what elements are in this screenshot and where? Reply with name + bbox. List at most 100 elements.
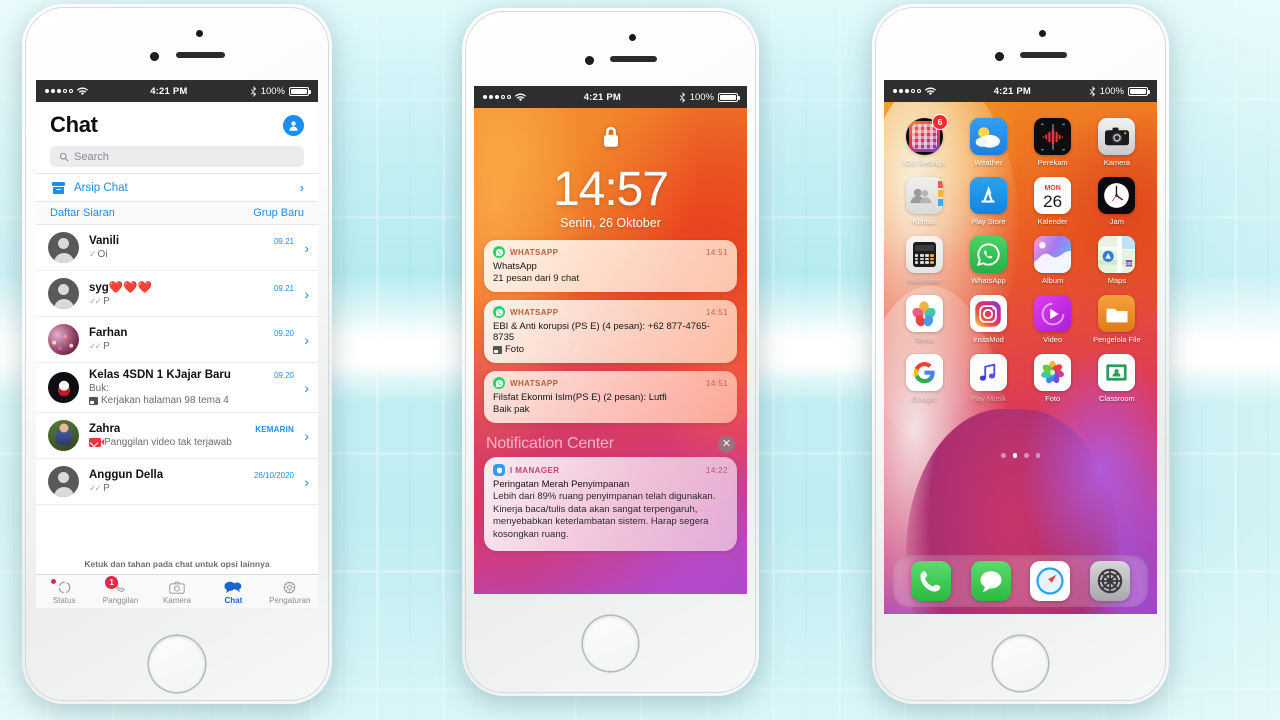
app-play-musik[interactable]: Play Musik [959,354,1017,403]
app-whatsapp[interactable]: WhatsApp [959,236,1017,285]
app-jam[interactable]: Jam [1088,177,1146,226]
chevron-right-icon[interactable]: › [304,474,309,490]
home-button[interactable] [149,636,205,692]
bluetooth-icon [250,85,256,97]
avatar [48,232,79,263]
tab-chat[interactable]: Chat [205,579,261,605]
app-maps[interactable]: 280 Maps [1088,236,1146,285]
tab-kamera[interactable]: Kamera [149,579,205,605]
app-kalkulator[interactable]: Kalkulator [895,236,953,285]
maps-icon: 280 [1098,236,1136,273]
tab-pengaturan[interactable]: Pengaturan [262,579,318,605]
status-bar-right: 100% [679,91,740,103]
status-bar: 4:21 PM 100% [36,80,318,102]
settings-gear-icon[interactable] [1090,561,1131,601]
table-row[interactable]: Farhan 09.20 ✓✓ P › [36,317,318,363]
person-glyph [289,120,298,131]
app-kalender[interactable]: MON 26 Kalender [1024,177,1082,226]
front-camera-icon [585,56,594,65]
app-weather[interactable]: Weather [959,118,1017,167]
notification-card[interactable]: I MANAGER 14:22 Peringatan Merah Penyimp… [484,457,737,551]
close-circle-icon[interactable]: ✕ [718,435,735,453]
table-row[interactable]: Vanili 09.21 ✓ Oi › [36,225,318,271]
app-album[interactable]: Album [1024,236,1082,285]
search-input[interactable]: Search [50,146,304,167]
page-dot-active[interactable] [1012,453,1017,458]
page-dot[interactable] [1001,453,1006,458]
voice-recorder-icon [1034,118,1072,155]
app-play-store[interactable]: Play Store [959,177,1017,226]
app-ios-settings[interactable]: 6 iOS Settings [895,115,953,167]
app-video[interactable]: Video [1024,295,1082,344]
chevron-right-icon[interactable]: › [304,428,309,444]
chat-name: Kelas 4SDN 1 KJajar Baru [89,369,231,381]
notification-center-header: Notification Center ✕ [474,423,747,457]
home-button[interactable] [993,636,1048,691]
chevron-right-icon[interactable]: › [304,380,309,396]
app-badge: 6 [933,115,948,129]
table-row[interactable]: Zahra KEMARIN Panggilan video tak terjaw… [36,413,318,459]
notification-card[interactable]: WHATSAPP 14:51 EBI & Anti korupsi (PS E)… [484,300,737,364]
chevron-right-icon[interactable]: › [304,286,309,302]
messages-icon[interactable] [970,561,1011,601]
chevron-right-icon[interactable]: › [304,240,309,256]
broadcast-list-button[interactable]: Daftar Siaran [50,207,115,219]
notification-body: 21 pesan dari 9 chat [493,273,728,284]
battery-icon [289,86,311,96]
app-grid[interactable]: 6 iOS Settings Weather Perekam Kamera Ko… [884,113,1157,403]
tab-status[interactable]: Status [36,579,92,605]
app-label: Foto [1045,394,1061,403]
app-foto[interactable]: Foto [1024,354,1082,403]
home-button[interactable] [583,616,638,671]
chat-list[interactable]: Vanili 09.21 ✓ Oi › syg❤️❤️❤️ 09.21 ✓✓ P… [36,225,318,552]
tab-label: Status [52,596,76,605]
chat-name: Anggun Della [89,469,164,481]
notification-card[interactable]: WHATSAPP 14:51 Filsfat Ekonmi Islm(PS E)… [484,371,737,424]
chat-content: Vanili 09.21 ✓ Oi [89,235,308,260]
app-classroom[interactable]: Classroom [1088,354,1146,403]
app-kamera[interactable]: Kamera [1088,118,1146,167]
read-receipt-icon: ✓✓ [89,483,102,493]
notification-card[interactable]: WHATSAPP 14:51 WhatsApp 21 pesan dari 9 … [484,240,737,293]
status-bar-left [893,87,936,96]
table-row[interactable]: Anggun Della 26/10/2020 ✓✓ P › [36,459,318,505]
app-pengelola-file[interactable]: Pengelola File [1088,295,1146,344]
tab-panggilan[interactable]: 1 Panggilan [93,576,149,605]
chat-time: 09.21 [273,284,294,293]
notification-list[interactable]: WHATSAPP 14:51 WhatsApp 21 pesan dari 9 … [474,230,747,424]
bluetooth-icon [679,91,685,103]
search-placeholder: Search [74,150,109,163]
notification-app-name: WHATSAPP [510,247,559,257]
app-kontak[interactable]: Kontak [895,177,953,226]
app-google[interactable]: Google [895,354,953,403]
safari-icon[interactable] [1030,561,1071,601]
battery-percent: 100% [689,91,714,103]
calls-badge: 1 [105,576,119,589]
table-row[interactable]: Kelas 4SDN 1 KJajar Baru 09.20 Buk: Kerj… [36,363,318,413]
chevron-right-icon[interactable]: › [304,332,309,348]
app-label: Perekam [1037,158,1068,167]
page-dot[interactable] [1024,453,1029,458]
page-dot[interactable] [1035,453,1040,458]
archived-chats-row[interactable]: Arsip Chat › [36,174,318,201]
app-instamod[interactable]: InstaMod [959,295,1017,344]
notification-body: Foto [493,344,728,355]
notification-body-text: Baik pak [493,404,530,416]
contacts-icon [905,177,943,214]
page-indicator-dots[interactable] [884,453,1157,458]
phone-icon[interactable] [910,561,951,601]
new-group-button[interactable]: Grup Baru [253,207,304,219]
clock-icon [1098,177,1136,214]
chat-preview-row: Panggilan video tak terjawab [89,437,308,448]
avatar [48,324,79,355]
app-perekam[interactable]: Perekam [1024,118,1082,167]
notification-title: WhatsApp [493,261,537,273]
app-label: Play Store [971,217,1006,226]
app-tema[interactable]: Tema [895,295,953,344]
table-row[interactable]: syg❤️❤️❤️ 09.21 ✓✓ P › [36,271,318,317]
status-bar: 4:21 PM 100% [884,80,1157,102]
person-circle-icon[interactable] [283,114,304,136]
search-icon [59,152,69,162]
chat-preview: Kerjakan halaman 98 tema 4 [101,395,229,406]
whatsapp-header: Chat Search [36,102,318,173]
